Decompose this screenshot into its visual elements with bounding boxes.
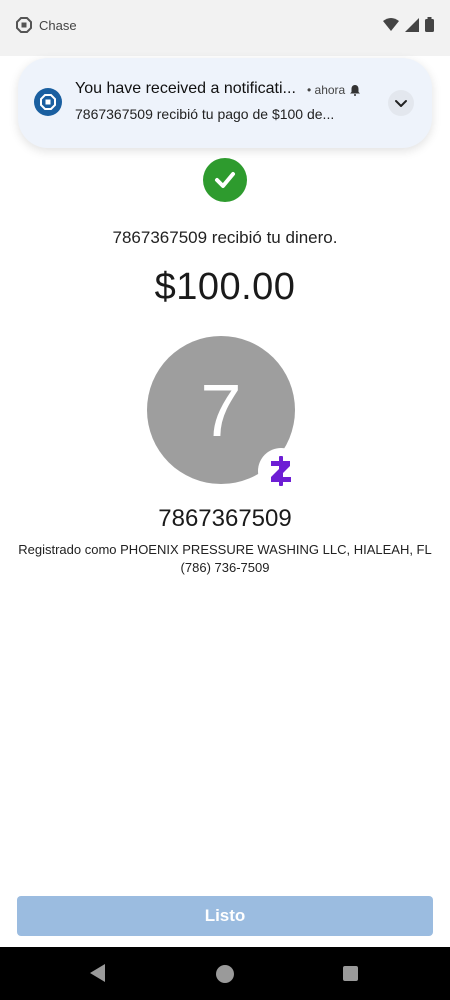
avatar-initial: 7 — [200, 368, 242, 452]
battery-icon — [425, 17, 434, 32]
zelle-badge — [258, 448, 304, 494]
notification-card[interactable]: You have received a notificati... • ahor… — [18, 58, 432, 148]
chase-logo-icon — [40, 94, 56, 110]
notification-meta: • ahora — [307, 83, 361, 97]
wifi-icon — [383, 18, 399, 31]
done-button[interactable]: Listo — [17, 896, 433, 936]
registration-line: Registrado como PHOENIX PRESSURE WASHING… — [18, 542, 432, 557]
recipient-name: 7867367509 — [158, 505, 292, 532]
chevron-down-icon — [395, 100, 407, 107]
notification-title: You have received a notificati... — [75, 80, 296, 97]
alert-bell-icon — [350, 85, 361, 96]
notification-expand-button[interactable] — [388, 90, 414, 116]
status-icons — [383, 17, 434, 32]
nav-bar — [0, 947, 450, 1000]
chase-logo-icon — [16, 17, 32, 33]
status-left: Chase — [16, 17, 77, 33]
zelle-icon — [271, 456, 291, 486]
notification-app-icon — [34, 88, 62, 116]
recipient-registration: Registrado como PHOENIX PRESSURE WASHING… — [0, 541, 450, 577]
payment-amount: $100.00 — [154, 266, 296, 308]
status-bar: Chase — [0, 0, 450, 56]
success-check-icon — [203, 158, 247, 202]
notification-time: • ahora — [307, 83, 346, 97]
confirmation-message: 7867367509 recibió tu dinero. — [112, 228, 338, 247]
home-icon[interactable] — [216, 965, 234, 983]
notification-body: 7867367509 recibió tu pago de $100 de... — [75, 106, 335, 122]
recipient-phone: (786) 736-7509 — [180, 560, 270, 575]
signal-icon — [405, 17, 419, 32]
status-app-name: Chase — [39, 17, 77, 33]
back-icon[interactable] — [90, 964, 106, 982]
recent-apps-icon[interactable] — [343, 966, 358, 981]
